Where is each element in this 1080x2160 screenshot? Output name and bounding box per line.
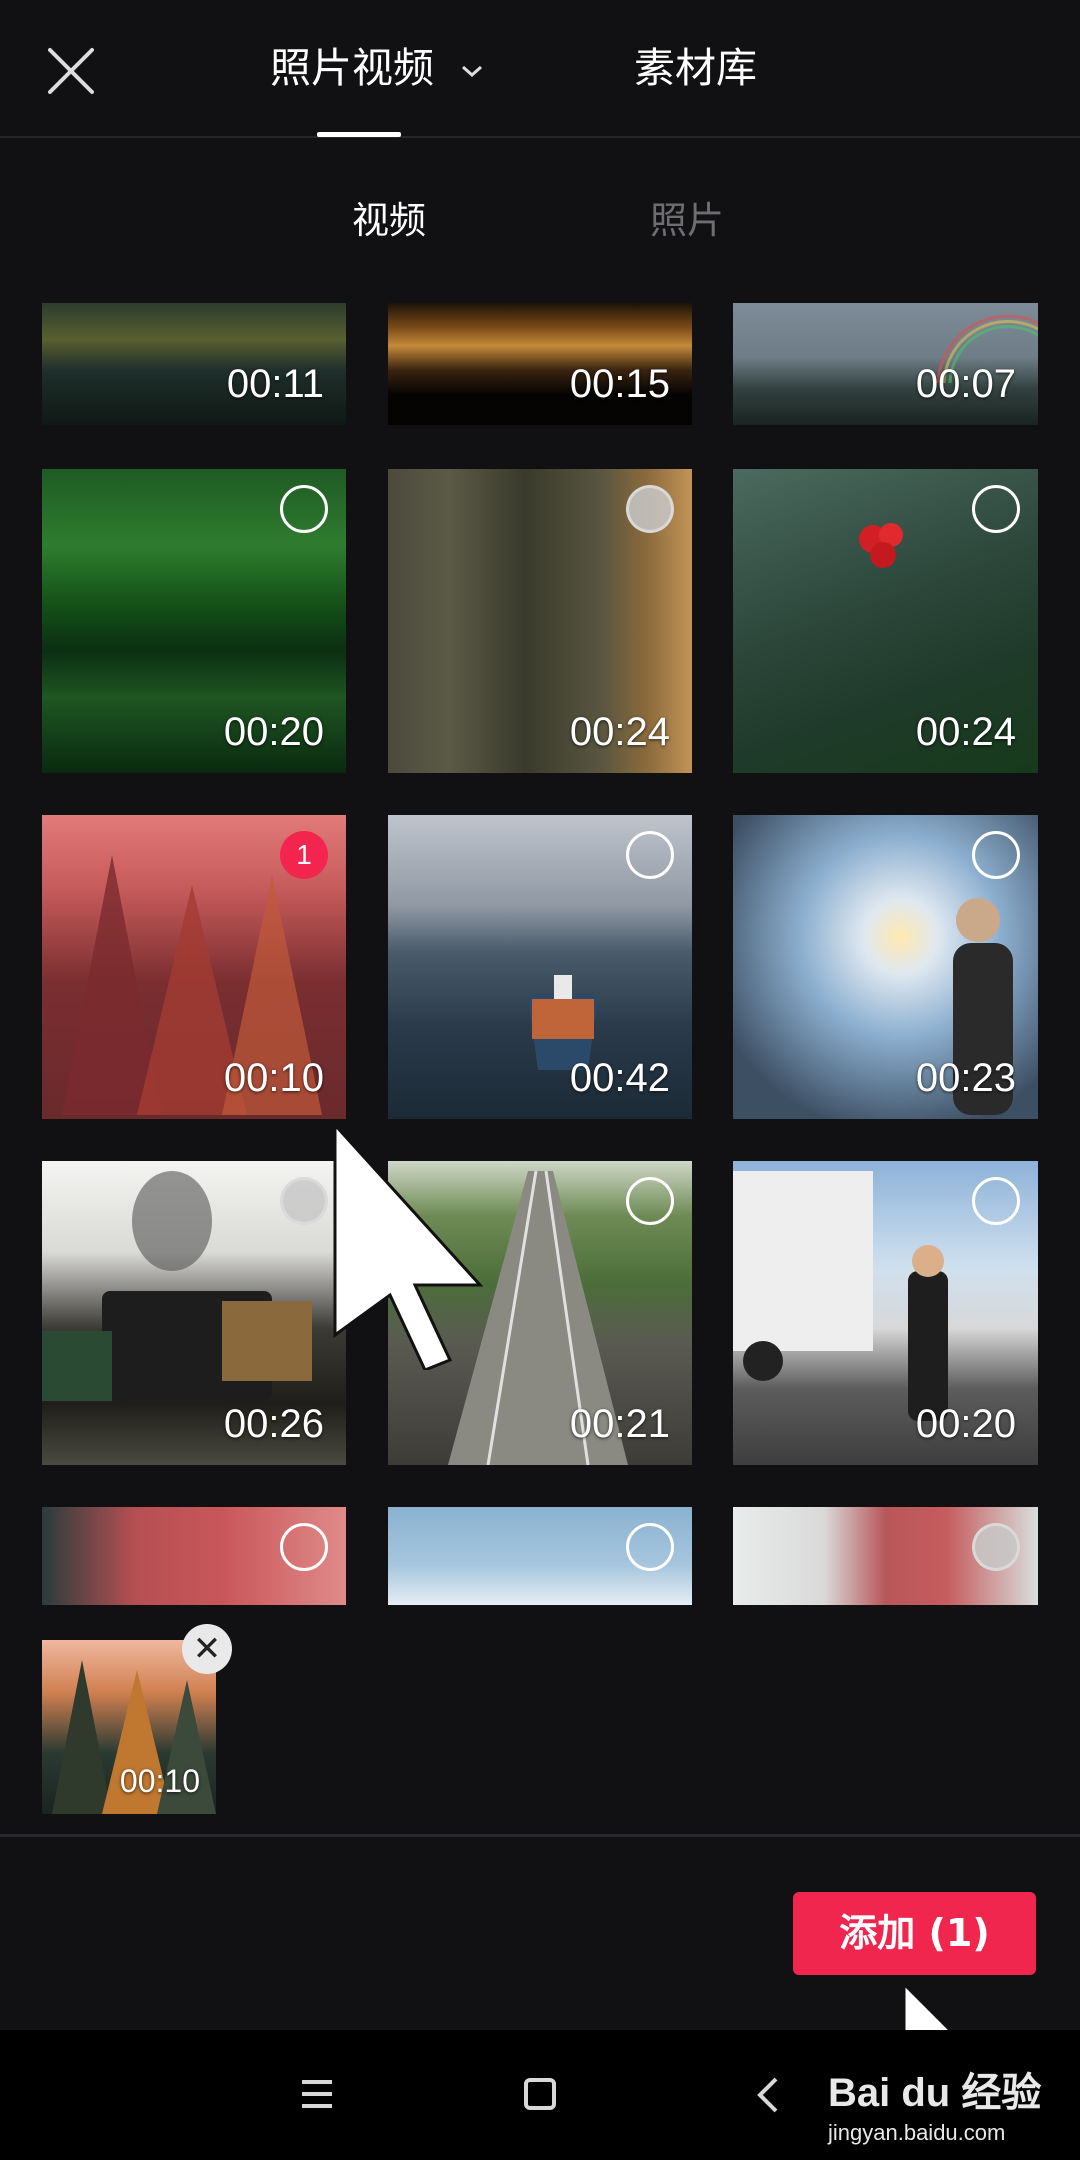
remove-clip-button[interactable]: ✕ <box>182 1624 232 1674</box>
watermark-logo: Bai du 经验 <box>828 2071 1042 2115</box>
cursor-icon <box>333 1121 484 1370</box>
menu-icon[interactable] <box>300 2078 334 2110</box>
add-button[interactable]: 添加 (1) <box>793 1892 1036 1975</box>
selected-clips-tray: 00:10 ✕ <box>0 0 1080 1840</box>
divider <box>0 1834 1080 1837</box>
back-icon[interactable] <box>756 2076 780 2114</box>
watermark: Bai du 经验 jingyan.baidu.com <box>828 2060 1068 2150</box>
home-icon[interactable] <box>524 2078 556 2110</box>
watermark-url: jingyan.baidu.com <box>828 2120 1006 2145</box>
selected-clip-duration: 00:10 <box>119 1763 200 1799</box>
